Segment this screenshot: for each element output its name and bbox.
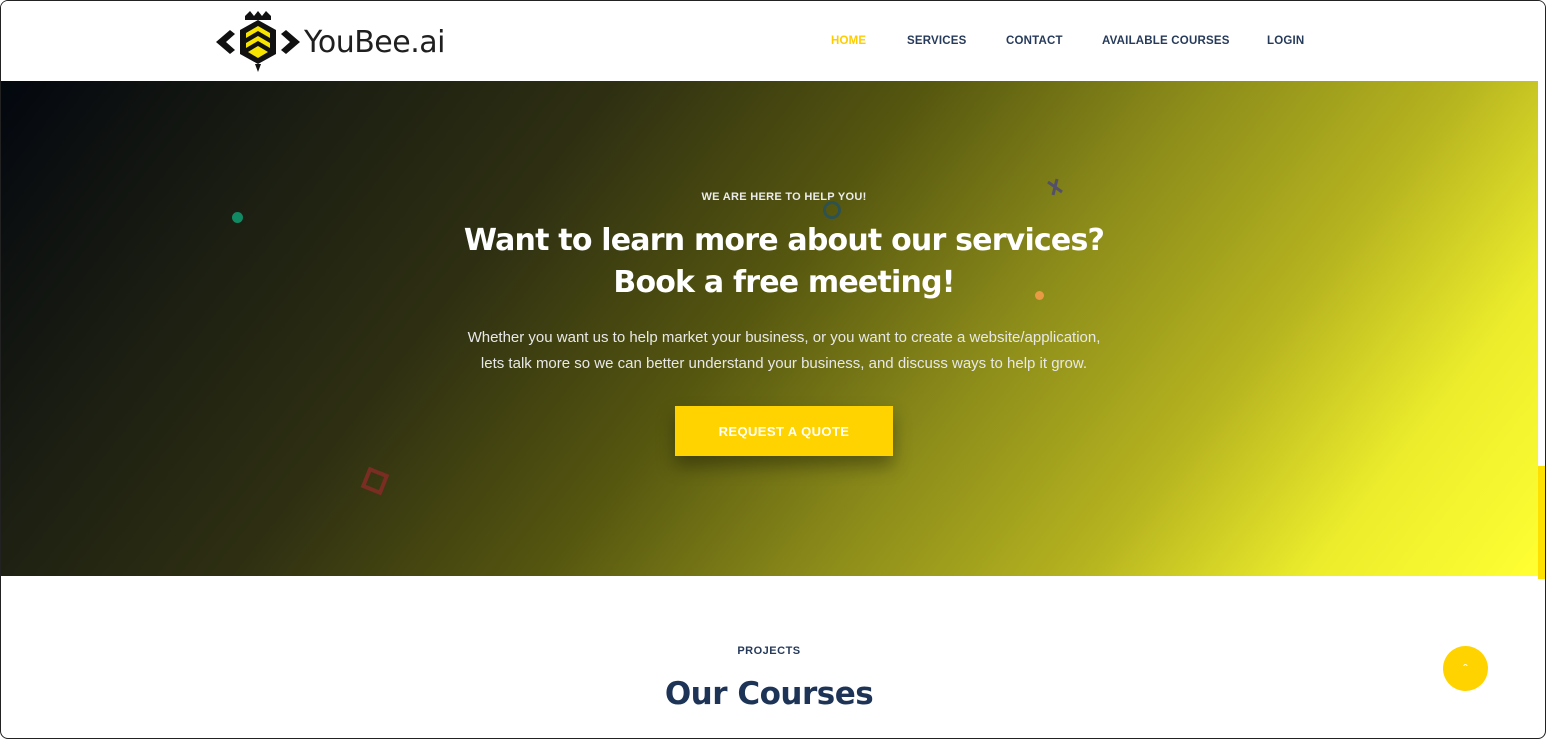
hero-headline-line: Book a free meeting! — [613, 265, 955, 300]
nav-contact[interactable]: CONTACT — [1006, 35, 1063, 47]
hero-banner: WE ARE HERE TO HELP YOU! Want to learn m… — [1, 81, 1538, 576]
decorative-square — [360, 466, 390, 496]
section-title: Our Courses — [664, 676, 874, 712]
nav-available-courses[interactable]: AVAILABLE COURSES — [1102, 35, 1230, 47]
hero-description-line: Whether you want us to help market your … — [467, 329, 1101, 346]
nav-login[interactable]: LOGIN — [1267, 35, 1304, 47]
brand-name: YouBee.ai — [304, 24, 445, 60]
site-header: YouBee.ai HOME SERVICES CONTACT AVAILABL… — [1, 1, 1545, 81]
hero-description-line: lets talk more so we can better understa… — [480, 355, 1088, 372]
nav-home[interactable]: HOME — [831, 35, 866, 47]
hero-description: Whether you want us to help market your … — [1, 325, 1538, 377]
scroll-to-top-button[interactable]: ˆ — [1443, 646, 1488, 691]
request-quote-button[interactable]: REQUEST A QUOTE — [675, 406, 893, 456]
bee-hexagon-icon — [214, 10, 302, 74]
chevron-up-icon: ˆ — [1463, 660, 1468, 677]
nav-services[interactable]: SERVICES — [907, 35, 967, 47]
hero-eyebrow: WE ARE HERE TO HELP YOU! — [701, 191, 867, 203]
decorative-ring — [823, 201, 841, 219]
scrollbar-thumb[interactable] — [1538, 466, 1545, 579]
hero-headline-line: Want to learn more about our services? — [463, 223, 1105, 258]
brand-logo[interactable]: YouBee.ai — [214, 10, 445, 74]
browser-viewport: YouBee.ai HOME SERVICES CONTACT AVAILABL… — [0, 0, 1546, 739]
hero-headline: Want to learn more about our services? B… — [1, 220, 1538, 304]
section-eyebrow: PROJECTS — [737, 645, 801, 657]
